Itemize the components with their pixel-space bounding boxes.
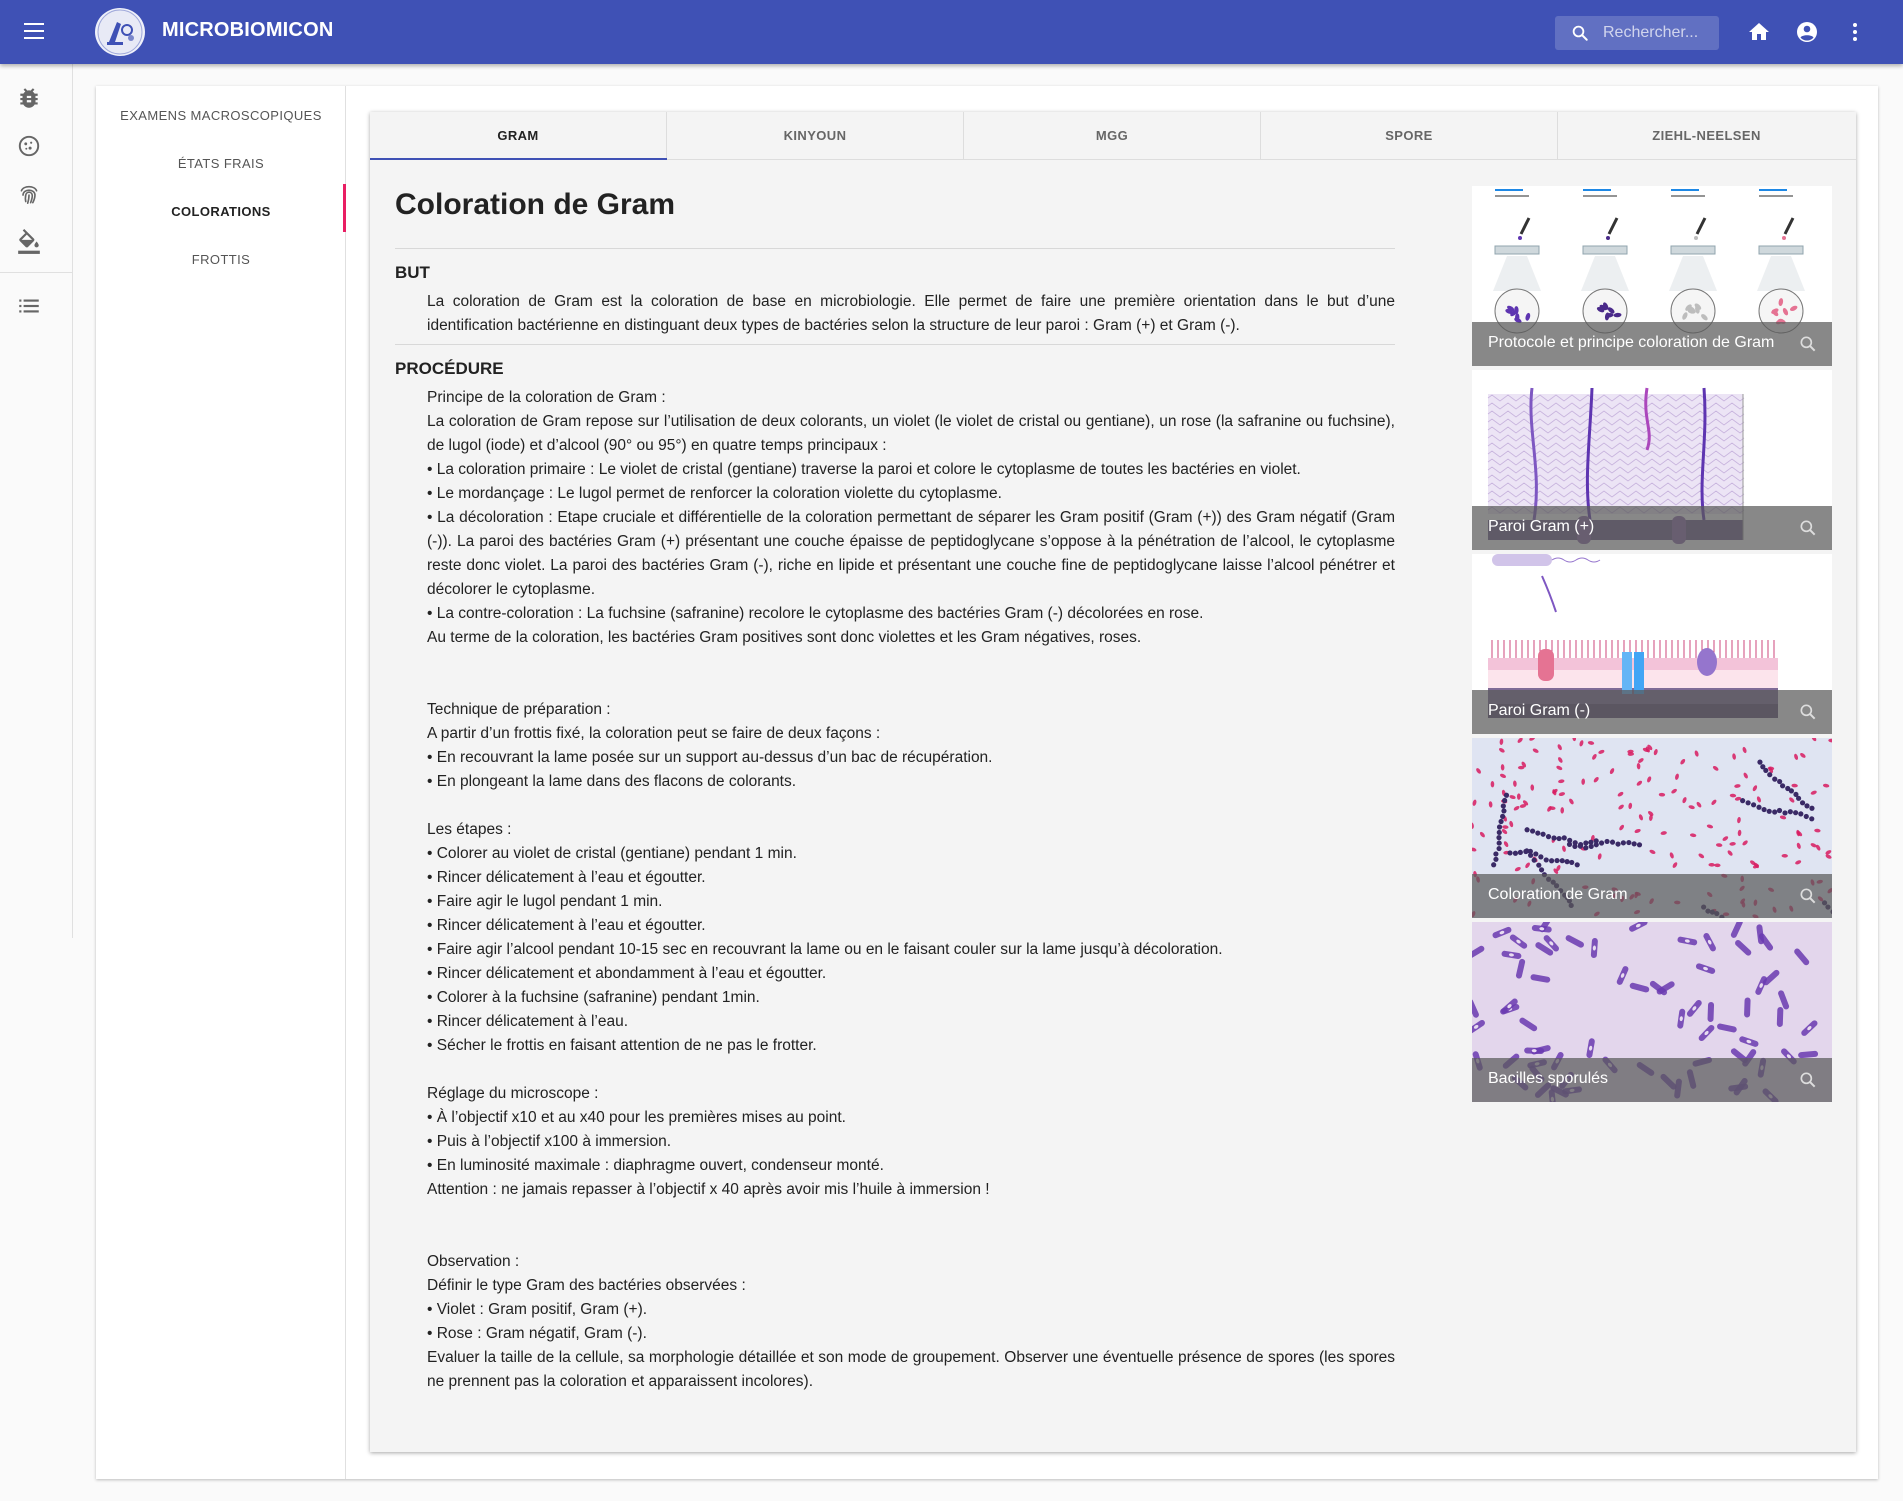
icon-rail: [0, 64, 73, 938]
procedure-line: • Colorer au violet de cristal (gentiane…: [427, 845, 797, 862]
zoom-icon: [1800, 520, 1816, 536]
procedure-line: • Violet : Gram positif, Gram (+).: [427, 1301, 648, 1318]
tab-spore[interactable]: SPORE: [1261, 112, 1558, 160]
zoom-icon: [1800, 1072, 1816, 1088]
gallery-caption: Protocole et principe coloration de Gram: [1488, 334, 1775, 351]
procedure-line: Réglage du microscope :: [427, 1085, 599, 1102]
gallery-tile[interactable]: Paroi Gram (+): [1472, 370, 1832, 550]
procedure-line: • Colorer à la fuchsine (safranine) pend…: [427, 989, 760, 1006]
procedure-line: Principe de la coloration de Gram :: [427, 389, 666, 406]
procedure-line: [427, 1202, 1395, 1226]
tab-indicator: [370, 158, 667, 160]
procedure-line: • Sécher le frottis en faisant attention…: [427, 1037, 817, 1054]
main-card: EXAMENS MACROSCOPIQUES ÉTATS FRAIS COLOR…: [96, 86, 1878, 1479]
section-nav: EXAMENS MACROSCOPIQUES ÉTATS FRAIS COLOR…: [96, 86, 346, 1479]
procedure-line: [427, 674, 1395, 698]
app-title[interactable]: MICROBIOMICON: [162, 19, 333, 42]
rail-divider: [0, 272, 72, 273]
gallery-tile[interactable]: Protocole et principe coloration de Gram: [1472, 186, 1832, 366]
procedure-line: • Faire agir l’alcool pendant 10-15 sec …: [427, 941, 1223, 958]
nav-item-frottis[interactable]: FROTTIS: [96, 236, 346, 284]
gallery-tile[interactable]: Paroi Gram (-): [1472, 554, 1832, 734]
title-divider: [395, 248, 1395, 249]
search-icon: [1572, 25, 1588, 41]
procedure-line: [427, 650, 1395, 674]
coloration-tabs-card: GRAM KINYOUN MGG SPORE ZIEHL-NEELSEN Col…: [370, 112, 1856, 1452]
procedure-line: Les étapes :: [427, 821, 512, 838]
procedure-line: • Rose : Gram négatif, Gram (-).: [427, 1325, 647, 1342]
bug-icon[interactable]: [16, 85, 42, 111]
section-procedure-text: Principe de la coloration de Gram : La co…: [427, 386, 1395, 1394]
active-indicator: [343, 184, 346, 232]
gallery-caption: Paroi Gram (-): [1488, 702, 1591, 719]
tab-gram[interactable]: GRAM: [370, 112, 667, 160]
procedure-line: • Rincer délicatement et abondamment à l…: [427, 965, 827, 982]
procedure-line: A partir d’un frottis fixé, la coloratio…: [427, 725, 881, 742]
paint-bucket-icon[interactable]: [16, 229, 42, 255]
menu-icon[interactable]: [22, 20, 50, 44]
gallery-caption: Paroi Gram (+): [1488, 518, 1595, 535]
gallery-tile[interactable]: Coloration de Gram: [1472, 738, 1832, 918]
nav-item-examens-macroscopiques[interactable]: EXAMENS MACROSCOPIQUES: [96, 92, 346, 140]
procedure-line: • En recouvrant la lame posée sur un sup…: [427, 749, 993, 766]
section-but-heading: BUT: [395, 263, 430, 282]
search-input[interactable]: [1603, 16, 1713, 50]
procedure-line: • Le mordançage : Le lugol permet de ren…: [427, 485, 1002, 502]
nav-item-colorations[interactable]: COLORATIONS: [96, 188, 346, 236]
procedure-line: • En luminosité maximale : diaphragme ou…: [427, 1157, 884, 1174]
procedure-line: • Rincer délicatement à l’eau et égoutte…: [427, 917, 706, 934]
section-divider: [395, 344, 1395, 345]
procedure-line: Définir le type Gram des bactéries obser…: [427, 1277, 746, 1294]
procedure-line: • Rincer délicatement à l’eau.: [427, 1013, 629, 1030]
search-box[interactable]: [1555, 16, 1719, 50]
zoom-icon: [1800, 888, 1816, 904]
gallery-tile[interactable]: Bacilles sporulés: [1472, 922, 1832, 1102]
procedure-line: • À l’objectif x10 et au x40 pour les pr…: [427, 1109, 846, 1126]
procedure-line: Evaluer la taille de la cellule, sa morp…: [427, 1349, 1395, 1390]
tab-bar: GRAM KINYOUN MGG SPORE ZIEHL-NEELSEN: [370, 112, 1856, 160]
procedure-line: • Puis à l’objectif x100 à immersion.: [427, 1133, 672, 1150]
home-icon[interactable]: [1747, 20, 1771, 44]
procedure-line: Attention : ne jamais repasser à l’objec…: [427, 1181, 990, 1198]
account-icon[interactable]: [1795, 20, 1819, 44]
zoom-icon: [1800, 336, 1816, 352]
procedure-line: Observation :: [427, 1253, 520, 1270]
procedure-line: • En plongeant la lame dans des flacons …: [427, 773, 797, 790]
fingerprint-icon[interactable]: [16, 181, 42, 207]
tab-mgg[interactable]: MGG: [964, 112, 1261, 160]
procedure-line: • La contre-coloration : La fuchsine (sa…: [427, 605, 1204, 622]
procedure-line: [427, 794, 1395, 818]
procedure-line: • Faire agir le lugol pendant 1 min.: [427, 893, 663, 910]
procedure-line: La coloration de Gram repose sur l’utili…: [427, 413, 1395, 454]
procedure-line: [427, 1226, 1395, 1250]
cell-icon[interactable]: [16, 133, 42, 159]
app-bar: MICROBIOMICON: [0, 0, 1903, 64]
zoom-icon: [1800, 704, 1816, 720]
section-but-text: La coloration de Gram est la coloration …: [427, 293, 1395, 334]
procedure-line: Au terme de la coloration, les bactéries…: [427, 629, 1142, 646]
tab-ziehl-neelsen[interactable]: ZIEHL-NEELSEN: [1558, 112, 1855, 160]
page-title: Coloration de Gram: [395, 188, 676, 221]
app-logo[interactable]: [95, 8, 145, 56]
gallery-caption: Coloration de Gram: [1488, 886, 1628, 903]
procedure-line: [427, 1058, 1395, 1082]
list-icon[interactable]: [16, 293, 42, 319]
procedure-line: • Rincer délicatement à l’eau et égoutte…: [427, 869, 706, 886]
more-vert-icon[interactable]: [1843, 20, 1867, 44]
procedure-line: • La coloration primaire : Le violet de …: [427, 461, 1301, 478]
gallery-caption: Bacilles sporulés: [1488, 1070, 1609, 1087]
procedure-line: • La décoloration : Etape cruciale et di…: [427, 509, 1395, 598]
procedure-line: Technique de préparation :: [427, 701, 611, 718]
section-procedure-heading: PROCÉDURE: [395, 359, 504, 378]
tab-kinyoun[interactable]: KINYOUN: [667, 112, 964, 160]
nav-item-etats-frais[interactable]: ÉTATS FRAIS: [96, 140, 346, 188]
